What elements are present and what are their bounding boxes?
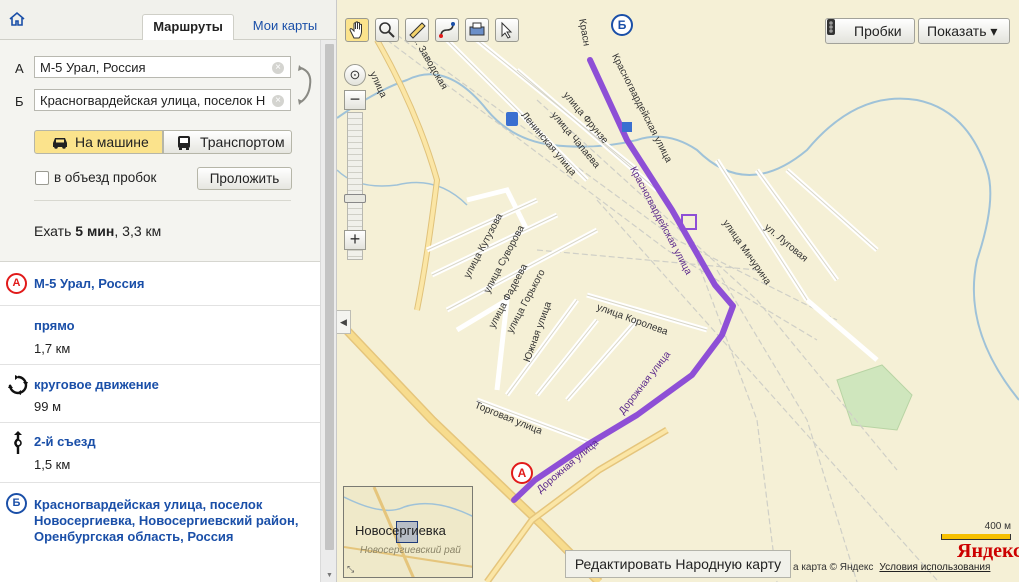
edit-people-map-button[interactable]: Редактировать Народную карту	[565, 550, 791, 578]
map-view[interactable]: ул. Заводская улица Красногвардейская ул…	[337, 0, 1019, 582]
magnifier-icon	[379, 22, 395, 38]
show-layers-button[interactable]: Показать ▾	[918, 18, 1010, 44]
step-title[interactable]: прямо	[34, 318, 75, 334]
yandex-logo: Яндекс	[957, 540, 1019, 562]
zoom-slider-thumb[interactable]	[344, 194, 366, 203]
step-title[interactable]: 2-й съезд	[34, 434, 96, 450]
panel-topbar: Маршруты Мои карты	[0, 0, 336, 40]
exit-icon	[14, 431, 22, 454]
minimap-resize-icon[interactable]: ⤡	[347, 564, 354, 575]
link-tool-button[interactable]	[495, 18, 519, 42]
minimap[interactable]: Новосергиевка Новосергиевский рай ⤡	[343, 486, 473, 578]
list-item[interactable]: А М-5 Урал, Россия	[0, 262, 320, 306]
point-a-letter: А	[15, 61, 24, 76]
avoid-traffic-checkbox[interactable]	[35, 171, 49, 185]
home-icon[interactable]	[8, 10, 26, 28]
build-route-button[interactable]: Проложить	[197, 167, 292, 190]
car-icon	[53, 138, 67, 149]
scroll-thumb[interactable]	[325, 44, 334, 550]
bus-icon	[178, 136, 190, 150]
tab-my-maps[interactable]: Мои карты	[240, 14, 330, 40]
list-item[interactable]: круговое движение 99 м	[0, 365, 320, 423]
minimap-district-label: Новосергиевский рай	[360, 545, 461, 556]
zoom-in-button[interactable]: +	[344, 230, 366, 250]
route-icon	[439, 22, 455, 38]
point-a-input[interactable]	[34, 56, 291, 78]
clear-point-a-icon[interactable]: ×	[272, 62, 284, 74]
summary-distance: , 3,3 км	[114, 223, 162, 239]
panel-scrollbar[interactable]: ▲ ▼	[320, 40, 336, 582]
zoom-out-button[interactable]: −	[344, 90, 366, 110]
list-item[interactable]: прямо 1,7 км	[0, 306, 320, 365]
point-b-marker[interactable]: Б	[611, 14, 633, 36]
terms-link[interactable]: Условия использования	[879, 562, 990, 573]
collapse-panel-button[interactable]: ◀	[337, 310, 351, 334]
swap-points-icon[interactable]	[296, 64, 314, 106]
mode-car-label: На машине	[75, 134, 149, 150]
locate-icon[interactable]: ⊙	[344, 64, 366, 86]
list-item[interactable]: Б Красногвардейская улица, поселок Новос…	[0, 483, 320, 575]
point-b-input[interactable]	[34, 89, 291, 111]
step-title[interactable]: круговое движение	[34, 377, 159, 393]
route-form: А × Б × На машине Транспортом	[0, 40, 320, 262]
point-a-marker[interactable]: А	[511, 462, 533, 484]
point-b-badge: Б	[6, 493, 27, 514]
roundabout-icon	[8, 375, 28, 395]
route-tool-button[interactable]	[435, 18, 459, 42]
hand-icon	[349, 21, 362, 39]
copyright: а карта © Яндекс Условия использования	[793, 562, 990, 573]
step-title[interactable]: Красногвардейская улица, поселок Новосер…	[34, 497, 316, 545]
train-station-icon[interactable]	[506, 112, 518, 126]
scroll-down-icon[interactable]: ▼	[325, 572, 334, 580]
list-item[interactable]: 2-й съезд 1,5 км	[0, 423, 320, 483]
point-a-badge: А	[6, 273, 27, 294]
traffic-button[interactable]: Пробки	[825, 18, 915, 44]
mode-transit-button[interactable]: Транспортом	[163, 130, 292, 154]
mode-transit-label: Транспортом	[200, 134, 285, 150]
zoom-area-tool-button[interactable]	[375, 18, 399, 42]
avoid-traffic-label: в объезд пробок	[54, 170, 157, 185]
step-title[interactable]: М-5 Урал, Россия	[34, 276, 144, 292]
print-icon	[469, 22, 485, 36]
bus-stop-icon[interactable]	[622, 122, 632, 132]
scale-label: 400 м	[984, 521, 1011, 532]
traffic-button-label: Пробки	[854, 23, 902, 39]
pan-tool-button[interactable]	[345, 18, 369, 42]
route-steps-list: А М-5 Урал, Россия прямо 1,7 км круговое…	[0, 262, 320, 582]
traffic-light-icon	[827, 19, 835, 35]
clear-point-b-icon[interactable]: ×	[272, 95, 284, 107]
print-tool-button[interactable]	[465, 18, 489, 42]
summary-prefix: Ехать	[34, 223, 76, 239]
ruler-tool-button[interactable]	[405, 18, 429, 42]
ruler-icon	[409, 22, 426, 39]
cursor-icon	[501, 21, 513, 39]
step-distance: 99 м	[34, 399, 62, 414]
step-distance: 1,5 км	[34, 457, 71, 472]
point-b-letter: Б	[15, 94, 24, 109]
route-panel: Маршруты Мои карты А × Б × На машине	[0, 0, 337, 582]
copyright-text: а карта © Яндекс	[793, 562, 874, 573]
mode-car-button[interactable]: На машине	[34, 130, 163, 154]
route-summary: Ехать 5 мин, 3,3 км	[34, 223, 161, 239]
step-distance: 1,7 км	[34, 341, 71, 356]
summary-time: 5 мин	[75, 223, 115, 239]
minimap-town-label: Новосергиевка	[355, 523, 446, 538]
tab-routes[interactable]: Маршруты	[142, 14, 234, 40]
form-divider	[34, 200, 291, 201]
